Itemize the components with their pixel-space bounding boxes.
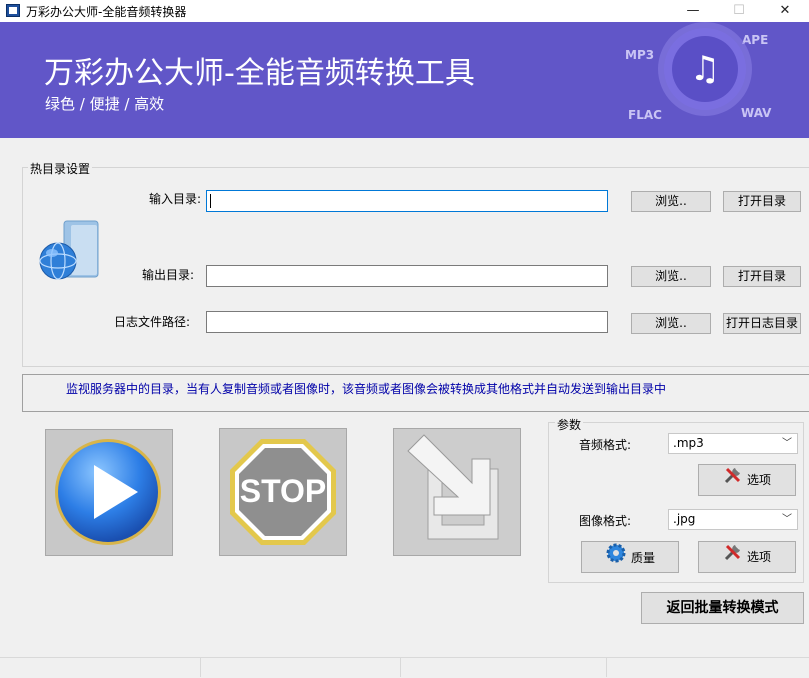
quality-label: 质量	[630, 551, 655, 565]
image-format-select[interactable]: .jpg ﹀	[668, 509, 798, 530]
tools-icon	[723, 465, 743, 496]
window-title: 万彩办公大师-全能音频转换器	[26, 5, 187, 19]
play-icon	[55, 439, 161, 545]
output-dir-label: 输出目录:	[142, 268, 195, 282]
format-mp3-label: MP3	[625, 48, 655, 62]
banner-subtitle: 绿色 / 便捷 / 高效	[45, 95, 165, 113]
params-group-title: 参数	[555, 416, 584, 433]
tools-icon	[723, 542, 743, 573]
output-browse-button[interactable]: 浏览..	[631, 266, 711, 287]
audio-format-value: .mp3	[673, 436, 704, 450]
open-log-dir-button[interactable]: 打开日志目录	[723, 313, 801, 334]
format-wav-label: WAV	[741, 106, 772, 120]
info-text: 监视服务器中的目录，当有人复制音频或者图像时，该音频或者图像会被转换成其他格式并…	[66, 382, 667, 396]
header-banner: 万彩办公大师-全能音频转换工具 绿色 / 便捷 / 高效 MP3 APE FLA…	[0, 22, 809, 138]
info-box: 监视服务器中的目录，当有人复制音频或者图像时，该音频或者图像会被转换成其他格式并…	[22, 374, 809, 412]
text-cursor	[210, 194, 211, 208]
audio-options-button[interactable]: 选项	[698, 464, 796, 496]
status-panel	[607, 657, 809, 677]
title-bar: 万彩办公大师-全能音频转换器 — ☐ ✕	[0, 0, 809, 22]
audio-format-select[interactable]: .mp3 ﹀	[668, 433, 798, 454]
log-path-field[interactable]	[206, 311, 608, 333]
status-panel	[201, 657, 401, 677]
input-browse-button[interactable]: 浏览..	[631, 191, 711, 212]
output-dir-field[interactable]	[206, 265, 608, 287]
image-options-button[interactable]: 选项	[698, 541, 796, 573]
folder-globe-icon	[38, 217, 104, 283]
back-batch-mode-button[interactable]: 返回批量转换模式	[641, 592, 804, 624]
input-dir-label: 输入目录:	[149, 192, 202, 206]
log-path-label: 日志文件路径:	[114, 315, 191, 329]
stop-button[interactable]: STOP	[219, 428, 347, 556]
export-button[interactable]	[393, 428, 521, 556]
stop-label: STOP	[239, 473, 327, 509]
format-ape-label: APE	[742, 33, 769, 47]
status-panel	[401, 657, 607, 677]
gear-icon	[605, 542, 627, 575]
export-arrow-icon	[407, 434, 499, 540]
minimize-button[interactable]: —	[670, 0, 716, 22]
image-format-label: 图像格式:	[579, 514, 632, 528]
audio-options-label: 选项	[746, 473, 771, 487]
format-flac-label: FLAC	[628, 108, 662, 122]
app-icon	[6, 4, 20, 17]
close-button[interactable]: ✕	[762, 0, 808, 22]
image-format-value: .jpg	[673, 512, 696, 526]
audio-format-label: 音频格式:	[579, 438, 632, 452]
input-dir-field[interactable]	[206, 190, 608, 212]
chevron-down-icon: ﹀	[782, 438, 792, 449]
quality-button[interactable]: 质量	[581, 541, 679, 573]
maximize-button[interactable]: ☐	[716, 0, 762, 22]
status-panel	[0, 657, 201, 677]
banner-title: 万彩办公大师-全能音频转换工具	[44, 56, 475, 91]
music-note-icon: ♫	[689, 49, 721, 89]
log-browse-button[interactable]: 浏览..	[631, 313, 711, 334]
input-open-dir-button[interactable]: 打开目录	[723, 191, 801, 212]
chevron-down-icon: ﹀	[782, 514, 792, 525]
image-options-label: 选项	[746, 550, 771, 564]
start-button[interactable]	[45, 429, 173, 556]
hot-dir-group-title: 热目录设置	[28, 160, 93, 177]
output-open-dir-button[interactable]: 打开目录	[723, 266, 801, 287]
